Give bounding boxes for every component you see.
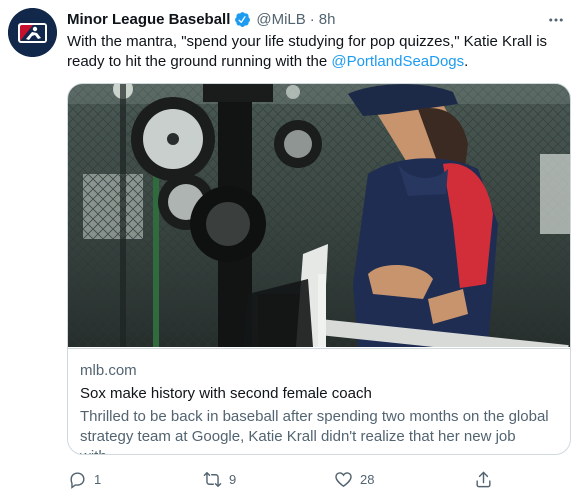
link-card[interactable]: mlb.com Sox make history with second fem… bbox=[67, 83, 571, 455]
tweet-text-end: . bbox=[464, 53, 469, 70]
share-button[interactable] bbox=[466, 462, 500, 496]
retweet-icon bbox=[195, 462, 229, 496]
tweet-actions: 1 9 28 bbox=[60, 461, 510, 497]
retweet-button[interactable]: 9 bbox=[195, 462, 236, 496]
avatar[interactable] bbox=[8, 8, 57, 57]
tweet-text: With the mantra, "spend your life studyi… bbox=[67, 32, 567, 72]
author-name[interactable]: Minor League Baseball bbox=[67, 11, 230, 28]
card-description: Thrilled to be back in baseball after sp… bbox=[80, 408, 549, 454]
author-handle[interactable]: @MiLB bbox=[256, 11, 305, 28]
share-icon bbox=[466, 462, 500, 496]
milb-logo-icon bbox=[8, 8, 57, 57]
mention-link[interactable]: @PortlandSeaDogs bbox=[331, 53, 464, 70]
retweet-count: 9 bbox=[229, 471, 237, 487]
card-image[interactable] bbox=[68, 84, 570, 347]
like-button[interactable]: 28 bbox=[326, 462, 374, 496]
card-title[interactable]: Sox make history with second female coac… bbox=[80, 384, 558, 404]
card-meta: mlb.com Sox make history with second fem… bbox=[68, 348, 570, 454]
reply-button[interactable]: 1 bbox=[60, 462, 101, 496]
tweet-header: Minor League Baseball @MiLB · 8h bbox=[67, 9, 335, 29]
reply-icon bbox=[60, 462, 94, 496]
tweet[interactable]: Minor League Baseball @MiLB · 8h With th… bbox=[0, 0, 578, 497]
tweet-timestamp[interactable]: 8h bbox=[319, 11, 336, 28]
like-count: 28 bbox=[360, 471, 375, 487]
heart-icon bbox=[326, 462, 360, 496]
verified-badge-icon bbox=[234, 11, 251, 28]
reply-count: 1 bbox=[94, 471, 102, 487]
card-domain: mlb.com bbox=[80, 362, 137, 379]
separator-dot: · bbox=[309, 10, 315, 28]
tweet-text-body: With the mantra, "spend your life studyi… bbox=[67, 33, 548, 70]
more-dots-icon[interactable] bbox=[546, 10, 566, 30]
